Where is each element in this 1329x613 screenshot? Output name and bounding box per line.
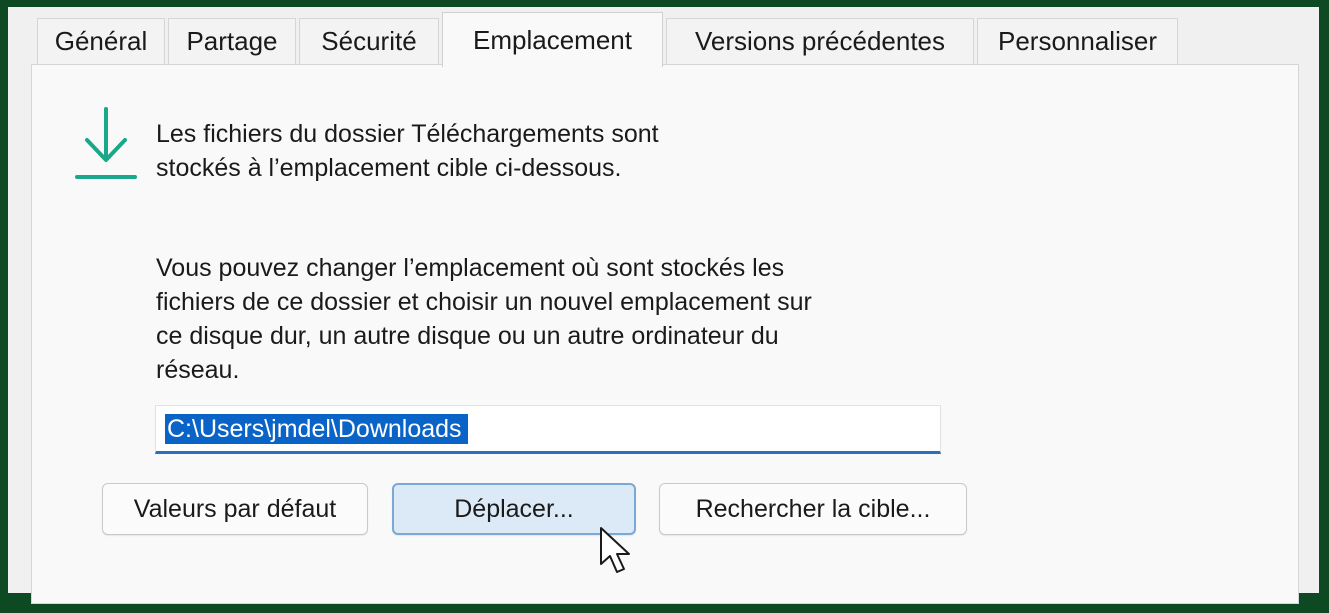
find-target-button[interactable]: Rechercher la cible... — [659, 483, 967, 535]
path-selected-text[interactable]: C:\Users\jmdel\Downloads — [165, 414, 468, 444]
tab-sharing[interactable]: Partage — [168, 18, 296, 64]
tab-general[interactable]: Général — [37, 18, 165, 64]
location-panel: Les fichiers du dossier Téléchargements … — [31, 64, 1299, 604]
target-path-input[interactable]: C:\Users\jmdel\Downloads — [155, 405, 941, 454]
tab-previous-versions[interactable]: Versions précédentes — [666, 18, 974, 64]
restore-default-button[interactable]: Valeurs par défaut — [102, 483, 368, 535]
location-intro-text: Les fichiers du dossier Téléchargements … — [156, 120, 659, 182]
mouse-pointer-icon — [600, 527, 630, 573]
download-arrow-icon — [75, 107, 137, 179]
tab-customize[interactable]: Personnaliser — [977, 18, 1178, 64]
location-description: Vous pouvez changer l’emplacement où son… — [156, 254, 812, 384]
tab-security[interactable]: Sécurité — [299, 18, 439, 64]
tab-bar: Général Partage Sécurité Emplacement Ver… — [8, 7, 1319, 67]
properties-dialog: Général Partage Sécurité Emplacement Ver… — [8, 7, 1319, 604]
tab-location[interactable]: Emplacement — [442, 12, 663, 67]
